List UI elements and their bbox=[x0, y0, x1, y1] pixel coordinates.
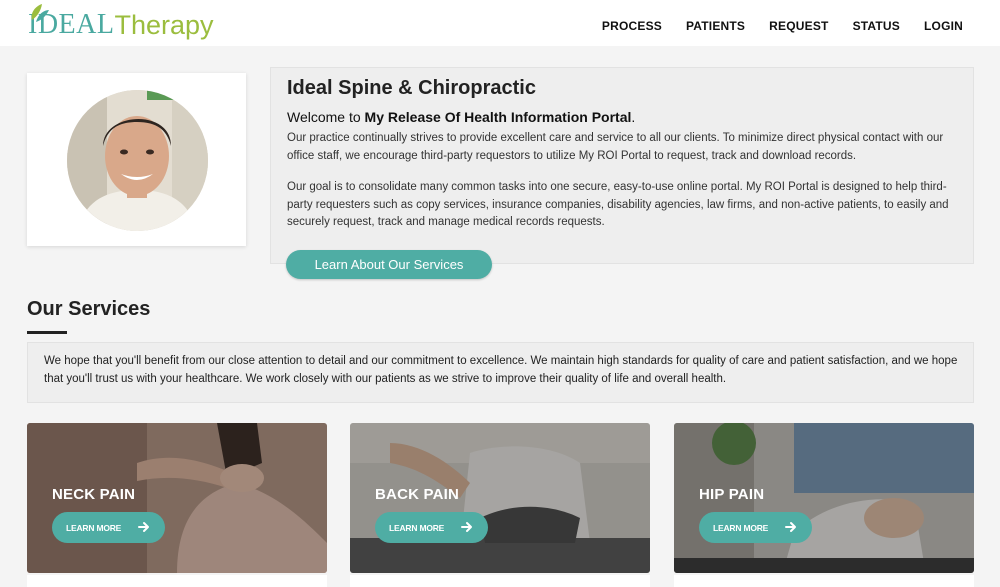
service-card-back-pain[interactable]: BACK PAIN LEARN MORE bbox=[350, 423, 650, 573]
nav-request[interactable]: REQUEST bbox=[769, 19, 828, 33]
card-footer bbox=[350, 575, 650, 587]
doctor-avatar bbox=[67, 90, 208, 231]
services-intro-box: We hope that you'll benefit from our clo… bbox=[27, 342, 974, 403]
doctor-photo-card bbox=[27, 73, 246, 246]
learn-more-label: LEARN MORE bbox=[389, 522, 445, 533]
logo-text-therapy: Therapy bbox=[114, 10, 214, 40]
learn-more-button[interactable]: LEARN MORE bbox=[699, 512, 812, 543]
services-intro-text: We hope that you'll benefit from our clo… bbox=[44, 355, 958, 385]
heading-underline bbox=[27, 331, 67, 334]
learn-more-label: LEARN MORE bbox=[713, 522, 769, 533]
welcome-line: Welcome to My Release Of Health Informat… bbox=[287, 109, 635, 125]
main-nav: PROCESS PATIENTS REQUEST STATUS LOGIN bbox=[602, 0, 963, 52]
card-footer bbox=[27, 575, 327, 587]
welcome-prefix: Welcome to bbox=[287, 109, 365, 125]
practice-title: Ideal Spine & Chiropractic bbox=[287, 77, 536, 99]
site-logo[interactable]: IDEAL Therapy bbox=[28, 4, 214, 44]
nav-login[interactable]: LOGIN bbox=[924, 19, 963, 33]
learn-more-button[interactable]: LEARN MORE bbox=[375, 512, 488, 543]
card-footer bbox=[674, 575, 974, 587]
service-card-neck-pain[interactable]: NECK PAIN LEARN MORE bbox=[27, 423, 327, 573]
leaf-icon bbox=[31, 4, 49, 22]
arrow-right-icon bbox=[785, 522, 796, 532]
intro-paragraph-1: Our practice continually strives to prov… bbox=[287, 132, 944, 162]
portal-name: My Release Of Health Information Portal bbox=[364, 109, 632, 125]
learn-more-button[interactable]: LEARN MORE bbox=[52, 512, 165, 543]
learn-about-services-button[interactable]: Learn About Our Services bbox=[286, 250, 492, 279]
site-header: IDEAL Therapy PROCESS PATIENTS REQUEST ST… bbox=[0, 0, 1000, 46]
intro-panel: Ideal Spine & Chiropractic Welcome to My… bbox=[270, 67, 974, 264]
service-card-hip-pain[interactable]: HIP PAIN LEARN MORE bbox=[674, 423, 974, 573]
arrow-right-icon bbox=[461, 522, 472, 532]
card-title: NECK PAIN bbox=[52, 486, 136, 503]
learn-more-label: LEARN MORE bbox=[66, 522, 122, 533]
intro-paragraph-2: Our goal is to consolidate many common t… bbox=[287, 181, 949, 228]
services-heading: Our Services bbox=[27, 298, 151, 320]
welcome-suffix: . bbox=[631, 109, 636, 125]
card-title: BACK PAIN bbox=[375, 486, 460, 503]
card-title: HIP PAIN bbox=[699, 486, 765, 503]
arrow-right-icon bbox=[138, 522, 149, 532]
nav-status[interactable]: STATUS bbox=[853, 19, 900, 33]
nav-patients[interactable]: PATIENTS bbox=[686, 19, 745, 33]
nav-process[interactable]: PROCESS bbox=[602, 19, 662, 33]
